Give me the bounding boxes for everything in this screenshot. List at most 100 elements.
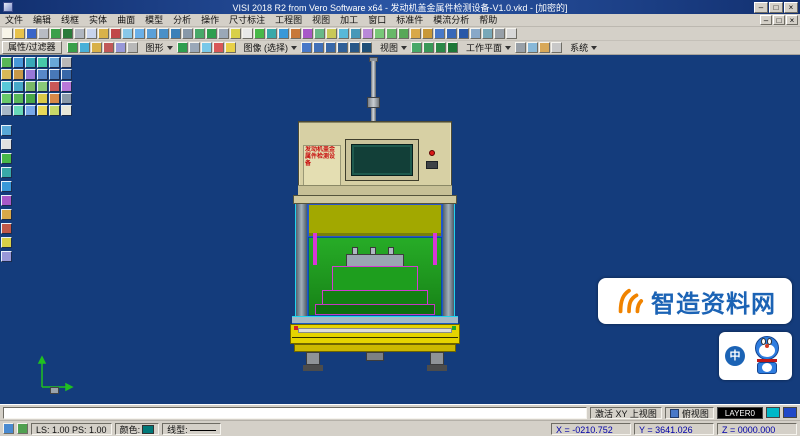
scale-indicator[interactable]: LS: 1.00 PS: 1.00 — [31, 423, 112, 435]
filter-line-icon[interactable] — [79, 42, 90, 53]
filter-face-icon[interactable] — [91, 42, 102, 53]
menu-item-dimensioning[interactable]: 尺寸标注 — [224, 14, 270, 26]
open-file-icon[interactable] — [14, 28, 25, 39]
doc-close-button[interactable]: × — [786, 15, 798, 25]
ucs-icon[interactable] — [49, 105, 60, 116]
split-icon[interactable] — [49, 81, 60, 92]
move-icon[interactable] — [374, 28, 385, 39]
select-icon[interactable] — [122, 28, 133, 39]
zoom-fit-icon[interactable] — [170, 28, 181, 39]
viewport-3d[interactable]: 发动机盖金属件检测设备 — [0, 55, 800, 404]
boolean-union-icon[interactable] — [37, 69, 48, 80]
rib-icon[interactable] — [13, 69, 24, 80]
toolbar-group-system[interactable]: 系统 — [563, 41, 600, 54]
menu-item-solid[interactable]: 实体 — [84, 14, 112, 26]
active-color-swatch[interactable] — [766, 407, 780, 418]
analyze-icon[interactable] — [49, 93, 60, 104]
ortho-icon[interactable] — [17, 423, 28, 434]
mirror-icon[interactable] — [362, 28, 373, 39]
zoom-in-icon[interactable] — [134, 28, 145, 39]
menu-item-wireframe[interactable]: 线框 — [56, 14, 84, 26]
view-front-preset-icon[interactable] — [313, 42, 324, 53]
boolean-intersect-icon[interactable] — [61, 69, 72, 80]
system-settings-icon[interactable] — [515, 42, 526, 53]
view-front-icon[interactable] — [446, 28, 457, 39]
command-input[interactable] — [3, 407, 587, 419]
zoom-window-icon[interactable] — [158, 28, 169, 39]
strip-circle-icon[interactable] — [1, 181, 12, 192]
trim-icon[interactable] — [326, 28, 337, 39]
undo-icon[interactable] — [50, 28, 61, 39]
strip-select-icon[interactable] — [1, 125, 12, 136]
filter-point-icon[interactable] — [67, 42, 78, 53]
filter-clear-icon[interactable] — [127, 42, 138, 53]
menu-item-file[interactable]: 文件 — [0, 14, 28, 26]
circle-icon[interactable] — [278, 28, 289, 39]
snap-toggle-icon[interactable] — [482, 28, 493, 39]
strip-line-icon[interactable] — [1, 153, 12, 164]
strip-curve-icon[interactable] — [1, 195, 12, 206]
zoom-out-icon[interactable] — [146, 28, 157, 39]
view-iso-preset-icon[interactable] — [361, 42, 372, 53]
strip-surface-icon[interactable] — [1, 209, 12, 220]
chamfer-icon[interactable] — [350, 28, 361, 39]
rotate-view-icon[interactable] — [194, 28, 205, 39]
toolbar-group-graphics[interactable]: 图形 — [139, 41, 176, 54]
sweep-icon[interactable] — [37, 57, 48, 68]
loft-icon[interactable] — [49, 57, 60, 68]
menu-item-standard-parts[interactable]: 标准件 — [391, 14, 428, 26]
menu-item-window[interactable]: 窗口 — [363, 14, 391, 26]
shaded-view-icon[interactable] — [206, 28, 217, 39]
extrude-icon[interactable] — [13, 57, 24, 68]
strip-arc-icon[interactable] — [1, 167, 12, 178]
strip-measure-icon[interactable] — [1, 237, 12, 248]
view-bottom-preset-icon[interactable] — [349, 42, 360, 53]
filter-all-icon[interactable] — [115, 42, 126, 53]
minimize-button[interactable]: – — [754, 2, 768, 13]
system-info-icon[interactable] — [527, 42, 538, 53]
notes-icon[interactable] — [61, 105, 72, 116]
menu-item-machining[interactable]: 加工 — [335, 14, 363, 26]
help-icon[interactable] — [506, 28, 517, 39]
offset-icon[interactable] — [314, 28, 325, 39]
chamfer-3d-icon[interactable] — [13, 81, 24, 92]
move-3d-icon[interactable] — [1, 93, 12, 104]
strip-solid-icon[interactable] — [1, 223, 12, 234]
paste-icon[interactable] — [98, 28, 109, 39]
dimension-icon[interactable] — [422, 28, 433, 39]
pan-icon[interactable] — [182, 28, 193, 39]
menu-item-moldflow[interactable]: 模流分析 — [428, 14, 474, 26]
doc-maximize-button[interactable]: □ — [773, 15, 785, 25]
view-back-preset-icon[interactable] — [337, 42, 348, 53]
shell-icon[interactable] — [1, 69, 12, 80]
toolbar-group-image-selection[interactable]: 图像 (选择) — [237, 41, 301, 54]
menu-item-surface[interactable]: 曲面 — [112, 14, 140, 26]
fillet-3d-icon[interactable] — [1, 81, 12, 92]
align-icon[interactable] — [37, 93, 48, 104]
fillet-icon[interactable] — [338, 28, 349, 39]
draft-icon[interactable] — [25, 81, 36, 92]
sketch-icon[interactable] — [1, 57, 12, 68]
delete-icon[interactable] — [110, 28, 121, 39]
filter-solid-icon[interactable] — [103, 42, 114, 53]
maximize-button[interactable]: □ — [769, 2, 783, 13]
workplane-indicator[interactable]: 激活 XY 上视图 — [590, 407, 662, 419]
view-right-preset-icon[interactable] — [325, 42, 336, 53]
workplane-xy-icon[interactable] — [411, 42, 422, 53]
menu-item-help[interactable]: 帮助 — [474, 14, 502, 26]
transparent-mode-icon[interactable] — [201, 42, 212, 53]
measure-icon[interactable] — [410, 28, 421, 39]
workplane-xz-icon[interactable] — [423, 42, 434, 53]
axis-icon[interactable] — [37, 105, 48, 116]
spline-icon[interactable] — [302, 28, 313, 39]
curve-3d-icon[interactable] — [13, 105, 24, 116]
thicken-icon[interactable] — [37, 81, 48, 92]
menu-item-edit[interactable]: 编辑 — [28, 14, 56, 26]
layers-icon[interactable] — [230, 28, 241, 39]
close-button[interactable]: × — [784, 2, 798, 13]
view-indicator[interactable]: 俯视图 — [665, 407, 714, 419]
settings-icon[interactable] — [494, 28, 505, 39]
toolbar-group-views[interactable]: 视图 — [373, 41, 410, 54]
rotate-3d-icon[interactable] — [13, 93, 24, 104]
hole-icon[interactable] — [61, 57, 72, 68]
